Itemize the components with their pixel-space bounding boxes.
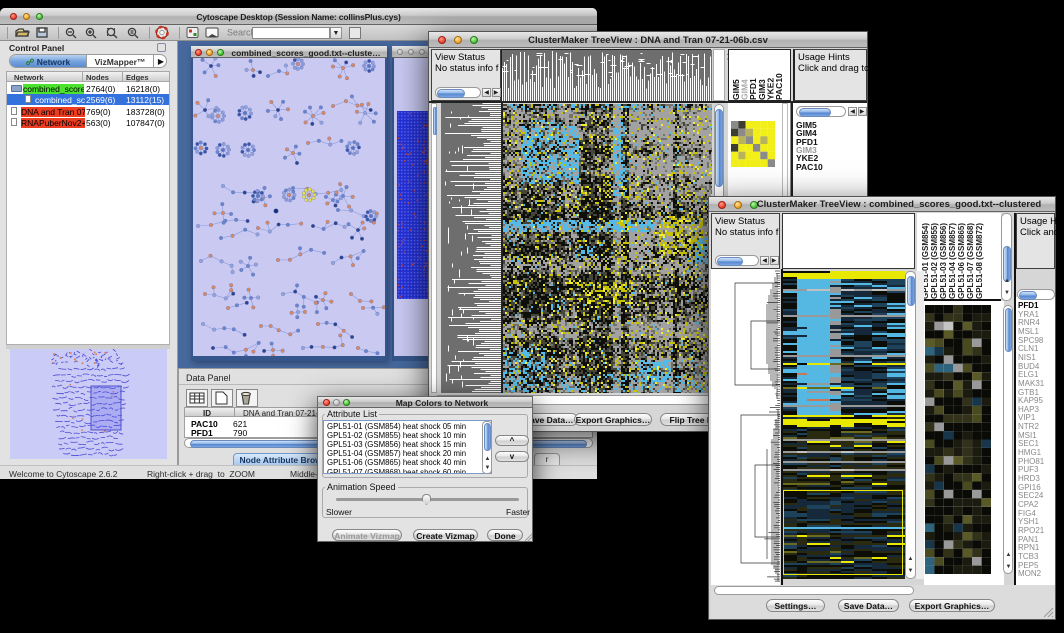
svg-text:GPL51-07 (GSM868): GPL51-07 (GSM868) [966, 223, 975, 299]
svg-text:GPL51-06 (GSM865): GPL51-06 (GSM865) [957, 223, 966, 299]
svg-text:GPL51-08 (GSM872): GPL51-08 (GSM872) [975, 223, 984, 299]
svg-text:PAC10: PAC10 [774, 73, 784, 100]
svg-text:GPL51-04 (GSM857): GPL51-04 (GSM857) [948, 223, 957, 299]
svg-text:GPL51-03 (GSM856): GPL51-03 (GSM856) [939, 223, 948, 299]
svg-text:GPL51-02 (GSM855): GPL51-02 (GSM855) [930, 223, 939, 299]
